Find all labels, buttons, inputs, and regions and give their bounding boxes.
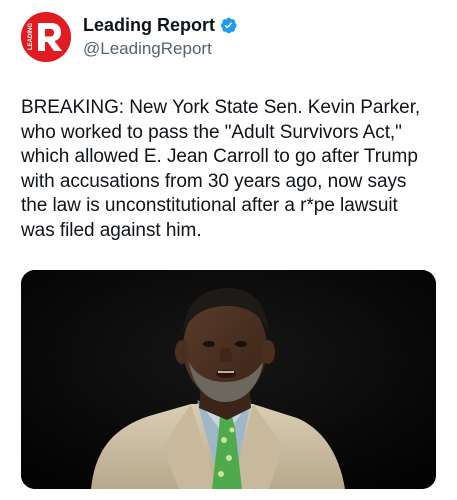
avatar[interactable]: LEADING [21, 12, 71, 62]
author-handle[interactable]: @LeadingReport [83, 38, 238, 60]
display-name[interactable]: Leading Report [83, 14, 215, 37]
tweet-text: BREAKING: New York State Sen. Kevin Park… [21, 96, 446, 243]
avatar-side-text: LEADING [28, 23, 34, 50]
tweet-text-line: was filed against him. [21, 219, 202, 241]
tweet-text-line: BREAKING: New York State Sen. Kevin Park… [21, 97, 421, 118]
tweet-text-line: who worked to pass the "Adult Survivors … [21, 121, 402, 143]
tweet-header: LEADING Leading Report @LeadingReport [21, 10, 238, 64]
tweet-text-line: the law is unconstitutional after a r*pe… [21, 195, 398, 216]
verified-badge-icon [219, 16, 238, 35]
author-names: Leading Report @LeadingReport [83, 14, 238, 60]
tweet-card[interactable]: LEADING Leading Report @LeadingReport BR… [0, 0, 457, 500]
tweet-text-line: with accusations from 30 years ago, now … [21, 170, 407, 192]
photo-of-man-speaking-icon [21, 270, 436, 489]
leading-report-logo-icon: LEADING [21, 12, 71, 62]
tweet-media-photo[interactable] [21, 270, 436, 489]
tweet-text-line: which allowed E. Jean Carroll to go afte… [21, 146, 418, 167]
